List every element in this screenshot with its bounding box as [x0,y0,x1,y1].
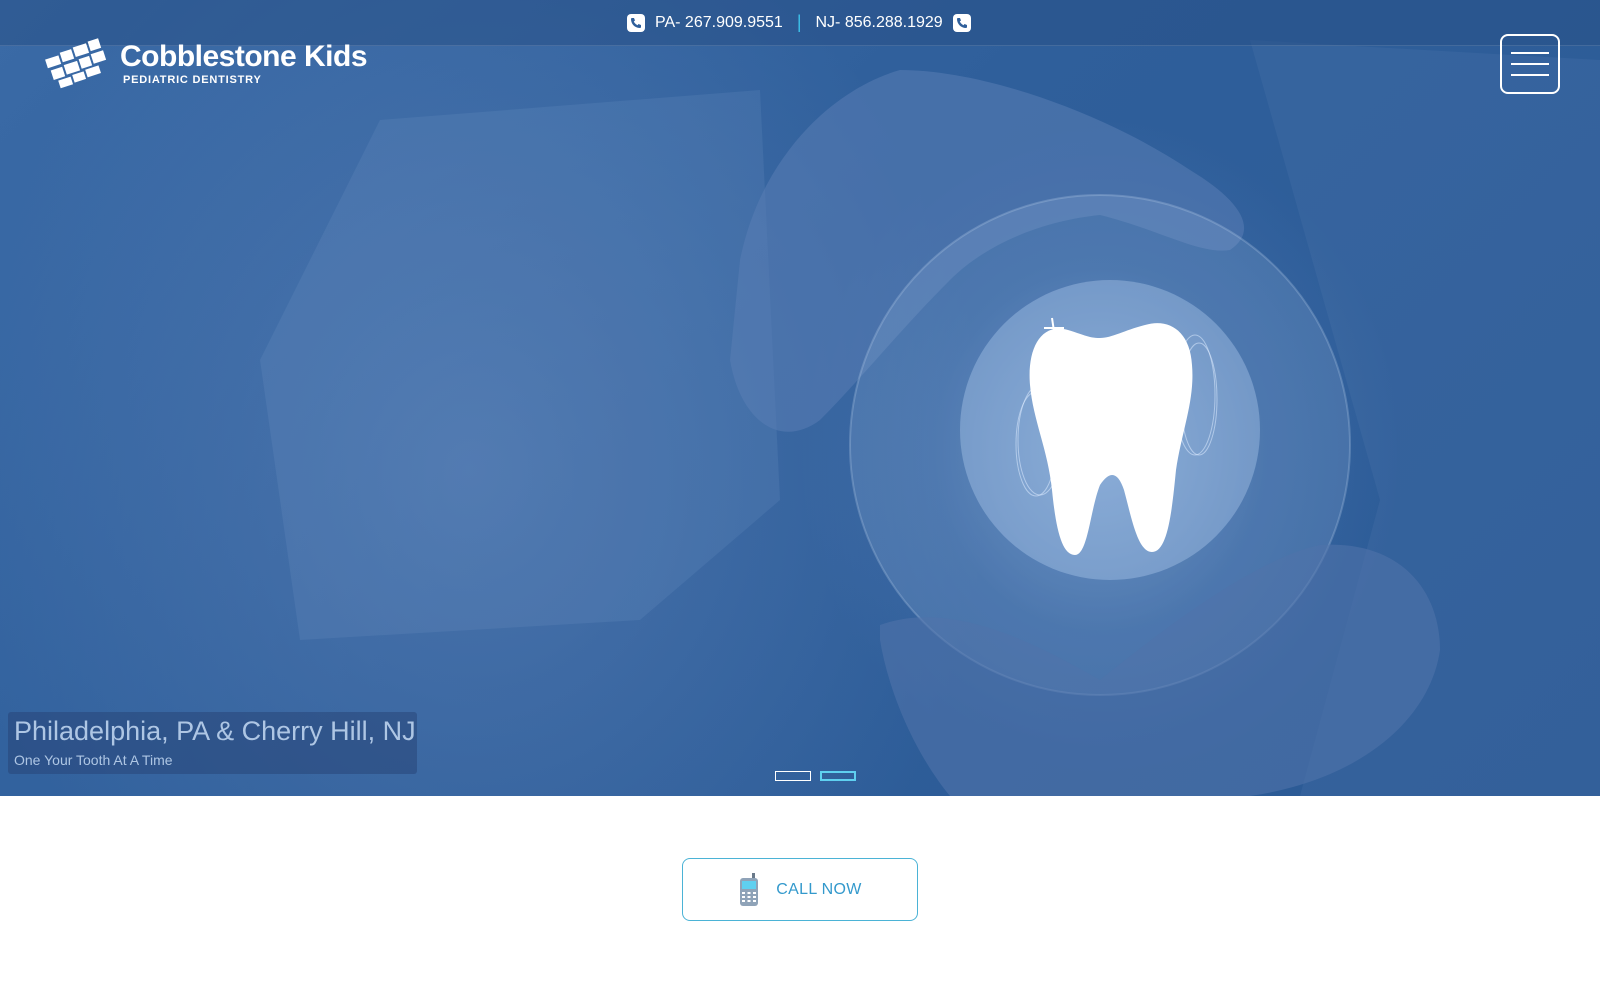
call-now-button[interactable]: CALL NOW [682,858,918,921]
logo-mark-icon [45,38,107,89]
slide-caption: Philadelphia, PA & Cherry Hill, NJ One Y… [8,712,417,774]
caption-title: Philadelphia, PA & Cherry Hill, NJ [14,716,416,746]
phone-numbers: PA- 267.909.9551 | NJ- 856.288.1929 [627,12,971,33]
logo-title: Cobblestone Kids [120,40,368,73]
slide-dot-1[interactable] [775,771,811,781]
mobile-phone-icon [740,872,759,906]
phone-icon [627,13,645,32]
slide-dot-2[interactable] [820,771,856,781]
nj-phone-link[interactable]: NJ- 856.288.1929 [816,14,943,32]
phone-separator: | [796,12,802,32]
pa-phone-link[interactable]: PA- 267.909.9551 [655,14,783,32]
slider-pagination [775,771,856,781]
menu-icon [1511,52,1549,54]
hero-illustration [260,40,1600,796]
phone-icon [952,13,971,32]
site-logo[interactable]: Cobblestone Kids PEDIATRIC DENTISTRY [42,38,368,90]
caption-subtitle: One Your Tooth At A Time [14,752,173,768]
call-now-label: CALL NOW [776,880,862,898]
menu-button[interactable] [1500,34,1560,94]
logo-subtitle: PEDIATRIC DENTISTRY [123,74,262,86]
hero-slider: PA- 267.909.9551 | NJ- 856.288.1929 Cobb… [0,0,1600,796]
